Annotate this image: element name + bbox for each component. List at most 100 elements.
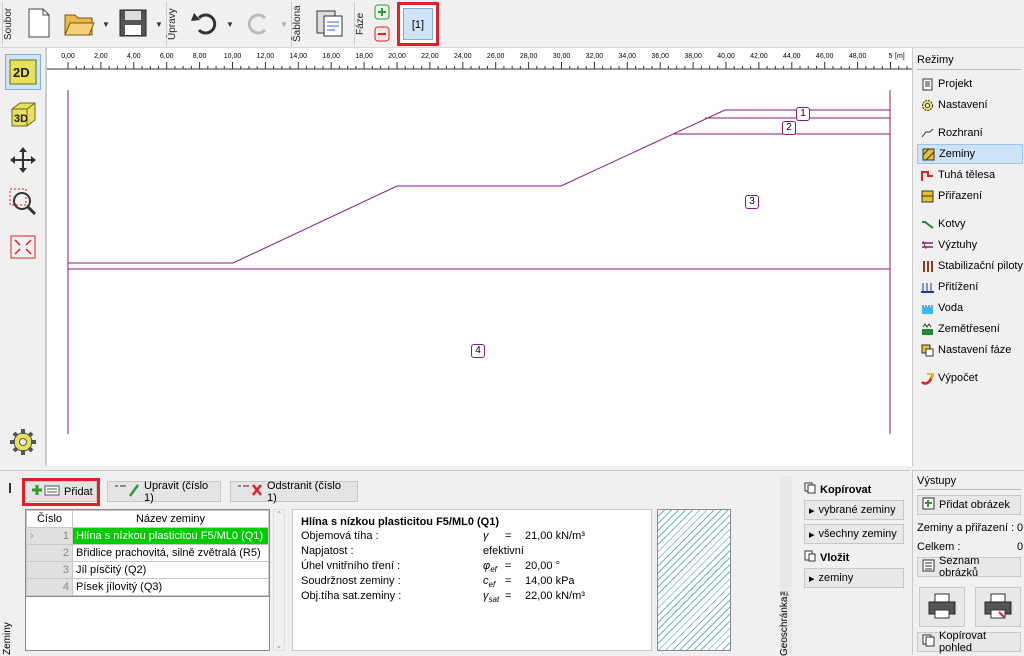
total-label: Celkem : bbox=[917, 541, 961, 553]
mode-rozhrani[interactable]: Rozhraní bbox=[917, 123, 1023, 143]
layer-label-1: 1 bbox=[796, 107, 810, 121]
settings-icon bbox=[921, 99, 934, 112]
row-soil-name: Písek jílovitý (Q3) bbox=[72, 578, 269, 596]
view-3d-button[interactable]: 3D bbox=[5, 96, 41, 132]
mode-prirazeni[interactable]: Přiřazení bbox=[917, 186, 1023, 206]
template-icon[interactable] bbox=[312, 4, 346, 42]
soils-icon bbox=[922, 148, 935, 161]
geoclipboard-bar: Geoschránka™ bbox=[779, 476, 792, 656]
soil-properties-panel: Hlína s nízkou plasticitou F5/ML0 (Q1) O… bbox=[292, 509, 652, 651]
table-row[interactable]: › 1 Hlína s nízkou plasticitou F5/ML0 (Q1) bbox=[26, 527, 269, 545]
mode-projekt[interactable]: Projekt bbox=[917, 74, 1023, 94]
add-phase-icon[interactable] bbox=[374, 4, 390, 20]
zoom-extents-icon[interactable] bbox=[5, 229, 41, 265]
mode-label: Zemětřesení bbox=[938, 323, 1000, 335]
soil-pattern-preview bbox=[657, 509, 731, 651]
row-number: 3 bbox=[26, 561, 73, 579]
mode-nastaveni[interactable]: Nastavení bbox=[917, 95, 1023, 115]
assign-icon bbox=[921, 190, 934, 203]
table-row[interactable]: 2 Břidlice prachovitá, silně zvětralá (R5… bbox=[26, 544, 269, 562]
mode-voda[interactable]: Voda bbox=[917, 298, 1023, 318]
row-number: › 1 bbox=[26, 527, 73, 545]
mode-vypocet[interactable]: Výpočet bbox=[917, 368, 1023, 388]
remove-icon bbox=[237, 483, 263, 500]
open-folder-icon[interactable] bbox=[62, 4, 96, 42]
mode-label: Přitížení bbox=[938, 281, 979, 293]
modes-title: Režimy bbox=[917, 54, 954, 66]
table-scrollbar[interactable]: ⌃ ⌄ bbox=[273, 509, 285, 651]
phase-tab-1[interactable]: [1] bbox=[397, 2, 439, 46]
prop-label: Objemová tíha : bbox=[301, 530, 379, 542]
mode-label: Nastavení bbox=[938, 99, 988, 111]
prop-equals: = bbox=[505, 575, 512, 587]
add-image-label: Přidat obrázek bbox=[939, 499, 1010, 511]
mode-label: Zeminy bbox=[939, 148, 976, 160]
mode-pritizeni[interactable]: Přitížení bbox=[917, 277, 1023, 297]
paste-soils-button[interactable]: ▸ zeminy bbox=[804, 568, 904, 588]
remove-soil-button[interactable]: Odstranit (číslo 1) bbox=[230, 479, 358, 504]
terrain-surface bbox=[68, 109, 890, 264]
geometry-drawing bbox=[67, 90, 891, 434]
mode-vyztuhy[interactable]: Výztuhy bbox=[917, 235, 1023, 255]
undo-dropdown-icon[interactable]: ▼ bbox=[226, 20, 234, 29]
total-count: 0 bbox=[1017, 541, 1024, 553]
drawing-canvas[interactable]: 0,00 2,00 4,00 6,00 8,00 10,00 12,00 14,00 16,00… bbox=[46, 48, 913, 466]
soils-panel-label: Zeminy bbox=[2, 622, 13, 655]
soils-assign-count: 0 bbox=[1017, 522, 1024, 534]
remove-label: Odstranit (číslo 1) bbox=[267, 479, 341, 504]
view-2d-button[interactable]: 2D bbox=[5, 54, 41, 90]
outputs-panel: Výstupy Přidat obrázek Zeminy a přiřazen… bbox=[912, 470, 1024, 655]
edit-icon bbox=[114, 483, 140, 500]
toolbar-group-soubor: Soubor bbox=[2, 2, 16, 46]
mode-kotvy[interactable]: Kotvy bbox=[917, 214, 1023, 234]
print-preview-button[interactable] bbox=[975, 587, 1021, 627]
mode-label: Kotvy bbox=[938, 218, 966, 230]
prop-symbol: cef bbox=[483, 575, 496, 590]
anchor-icon bbox=[921, 218, 934, 231]
image-list-button[interactable]: Seznam obrázků bbox=[917, 555, 1021, 579]
toolbar-group-upravy: Úpravy bbox=[166, 2, 180, 46]
redo-icon[interactable] bbox=[242, 4, 276, 42]
arrow-right-icon: ▸ bbox=[809, 528, 815, 541]
copy-view-label: Kopírovat pohled bbox=[939, 630, 987, 654]
settings-gear-icon[interactable] bbox=[5, 424, 41, 460]
remove-phase-icon[interactable] bbox=[374, 26, 390, 42]
open-dropdown-icon[interactable]: ▼ bbox=[102, 20, 110, 29]
modes-panel: Režimy Projekt Nastavení Rozhraní Zeminy… bbox=[912, 48, 1024, 466]
soils-table[interactable]: Číslo Název zeminy › 1 Hlína s nízkou plast… bbox=[25, 509, 270, 597]
row-number: 2 bbox=[26, 544, 73, 562]
table-row[interactable]: 3 Jíl písčitý (Q2) bbox=[26, 561, 269, 579]
add-soil-button[interactable]: Přidat bbox=[25, 481, 97, 502]
undo-icon[interactable] bbox=[188, 4, 222, 42]
mode-nastaveni-faze[interactable]: Nastavení fáze bbox=[917, 340, 1023, 360]
copy-all-label: všechny zeminy bbox=[818, 528, 897, 540]
svg-text:3D: 3D bbox=[14, 113, 28, 125]
prop-symbol: γsat bbox=[483, 590, 500, 605]
table-row[interactable]: 4 Písek jílovitý (Q3) bbox=[26, 578, 269, 596]
save-icon[interactable] bbox=[116, 4, 150, 42]
add-image-button[interactable]: Přidat obrázek bbox=[917, 495, 1021, 515]
zoom-icon[interactable] bbox=[5, 184, 41, 220]
copy-selected-soils-button[interactable]: ▸ vybrané zeminy bbox=[804, 500, 904, 520]
prop-symbol: φef bbox=[483, 560, 497, 575]
move-icon[interactable] bbox=[5, 142, 41, 178]
copy-view-button[interactable]: Kopírovat pohled bbox=[917, 630, 1021, 654]
copy-all-soils-button[interactable]: ▸ všechny zeminy bbox=[804, 524, 904, 544]
mode-zemetreseni[interactable]: Zemětřesení bbox=[917, 319, 1023, 339]
edit-label: Upravit (číslo 1) bbox=[144, 479, 209, 504]
mode-tuha-telesa[interactable]: Tuhá tělesa bbox=[917, 165, 1023, 185]
mode-zeminy[interactable]: Zeminy bbox=[917, 144, 1023, 164]
new-file-icon[interactable] bbox=[22, 4, 56, 42]
row-soil-name: Břidlice prachovitá, silně zvětralá (R5) bbox=[72, 544, 269, 562]
save-dropdown-icon[interactable]: ▼ bbox=[155, 20, 163, 29]
mode-stabilizacni-piloty[interactable]: Stabilizační piloty bbox=[917, 256, 1023, 276]
mode-label: Nastavení fáze bbox=[938, 344, 1012, 356]
prop-value: efektivní bbox=[483, 545, 524, 557]
phase-settings-icon bbox=[921, 344, 934, 357]
print-button[interactable] bbox=[919, 587, 965, 627]
edit-soil-button[interactable]: Upravit (číslo 1) bbox=[107, 479, 221, 504]
prop-symbol: γ bbox=[483, 530, 489, 542]
add-label: Přidat bbox=[64, 485, 93, 498]
mode-label: Tuhá tělesa bbox=[938, 169, 996, 181]
prop-value: 20,00 ° bbox=[525, 560, 560, 572]
